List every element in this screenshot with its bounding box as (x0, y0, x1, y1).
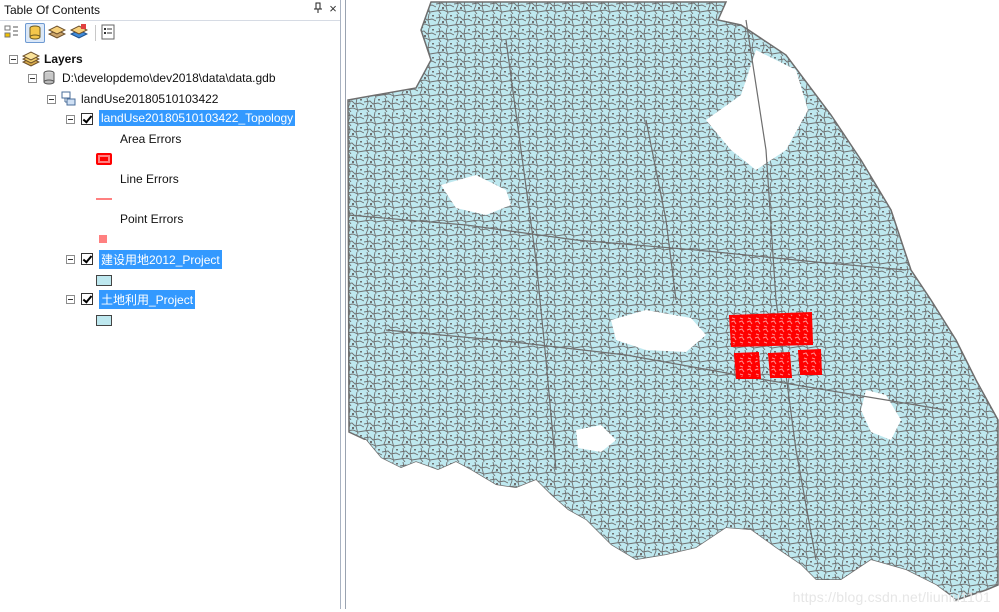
area-error-polygon-1[interactable] (728, 311, 814, 348)
topology-visibility-checkbox[interactable] (81, 113, 93, 125)
layer2-visibility-checkbox[interactable] (81, 293, 93, 305)
topology-layer-label[interactable]: landUse20180510103422_Topology (99, 110, 296, 126)
line-errors-swatch (96, 198, 112, 200)
database-icon (29, 25, 41, 40)
topology-collapse-toggle[interactable] (66, 115, 75, 124)
toc-toolbar (0, 21, 340, 47)
watermark-text: https://blog.csdn.net/liuniu1101 (792, 589, 991, 605)
area-errors-swatch (96, 153, 112, 165)
map-view[interactable]: https://blog.csdn.net/liuniu1101 (345, 0, 999, 609)
geodatabase-icon (42, 70, 56, 89)
list-by-drawing-order-button[interactable] (3, 23, 23, 43)
dataset-collapse-toggle[interactable] (47, 95, 56, 104)
options-button[interactable] (99, 23, 119, 43)
layer1-collapse-toggle[interactable] (66, 255, 75, 264)
table-of-contents-panel: Table Of Contents × Layers D:\developdem… (0, 0, 341, 609)
point-errors-label: Point Errors (120, 212, 184, 226)
gdb-collapse-toggle[interactable] (28, 74, 37, 83)
point-errors-swatch (99, 235, 107, 243)
options-list-icon (101, 24, 115, 40)
map-canvas[interactable] (346, 0, 999, 609)
layers-collapse-toggle[interactable] (9, 55, 18, 64)
selection-icon (69, 24, 89, 39)
list-by-selection-button[interactable] (69, 23, 90, 43)
pin-icon[interactable] (311, 2, 325, 16)
area-error-polygon-4[interactable] (797, 348, 823, 375)
layers-visibility-icon (47, 25, 67, 39)
layer2-collapse-toggle[interactable] (66, 295, 75, 304)
layer2-symbol-swatch[interactable] (96, 315, 112, 326)
toolbar-separator (95, 25, 96, 41)
drawing-order-icon (4, 25, 18, 38)
toc-titlebar: Table Of Contents × (0, 0, 340, 21)
list-by-visibility-button[interactable] (47, 23, 68, 43)
gdb-path-label[interactable]: D:\developdemo\dev2018\data\data.gdb (62, 71, 276, 85)
list-by-source-button[interactable] (25, 23, 45, 43)
layer1-symbol-swatch[interactable] (96, 275, 112, 286)
close-icon[interactable]: × (326, 2, 340, 16)
feature-dataset-icon (61, 91, 77, 110)
dataset-label[interactable]: landUse20180510103422 (81, 92, 218, 106)
line-errors-label: Line Errors (120, 172, 179, 186)
area-error-polygon-3[interactable] (767, 351, 793, 378)
area-error-polygon-2[interactable] (733, 351, 762, 379)
panel-title: Table Of Contents (4, 3, 101, 17)
layer1-visibility-checkbox[interactable] (81, 253, 93, 265)
layer2-label[interactable]: 土地利用_Project (99, 290, 196, 309)
layers-icon (21, 51, 41, 70)
layers-root-label[interactable]: Layers (44, 52, 83, 66)
area-errors-label: Area Errors (120, 132, 182, 146)
layer1-label[interactable]: 建设用地2012_Project (99, 250, 222, 269)
